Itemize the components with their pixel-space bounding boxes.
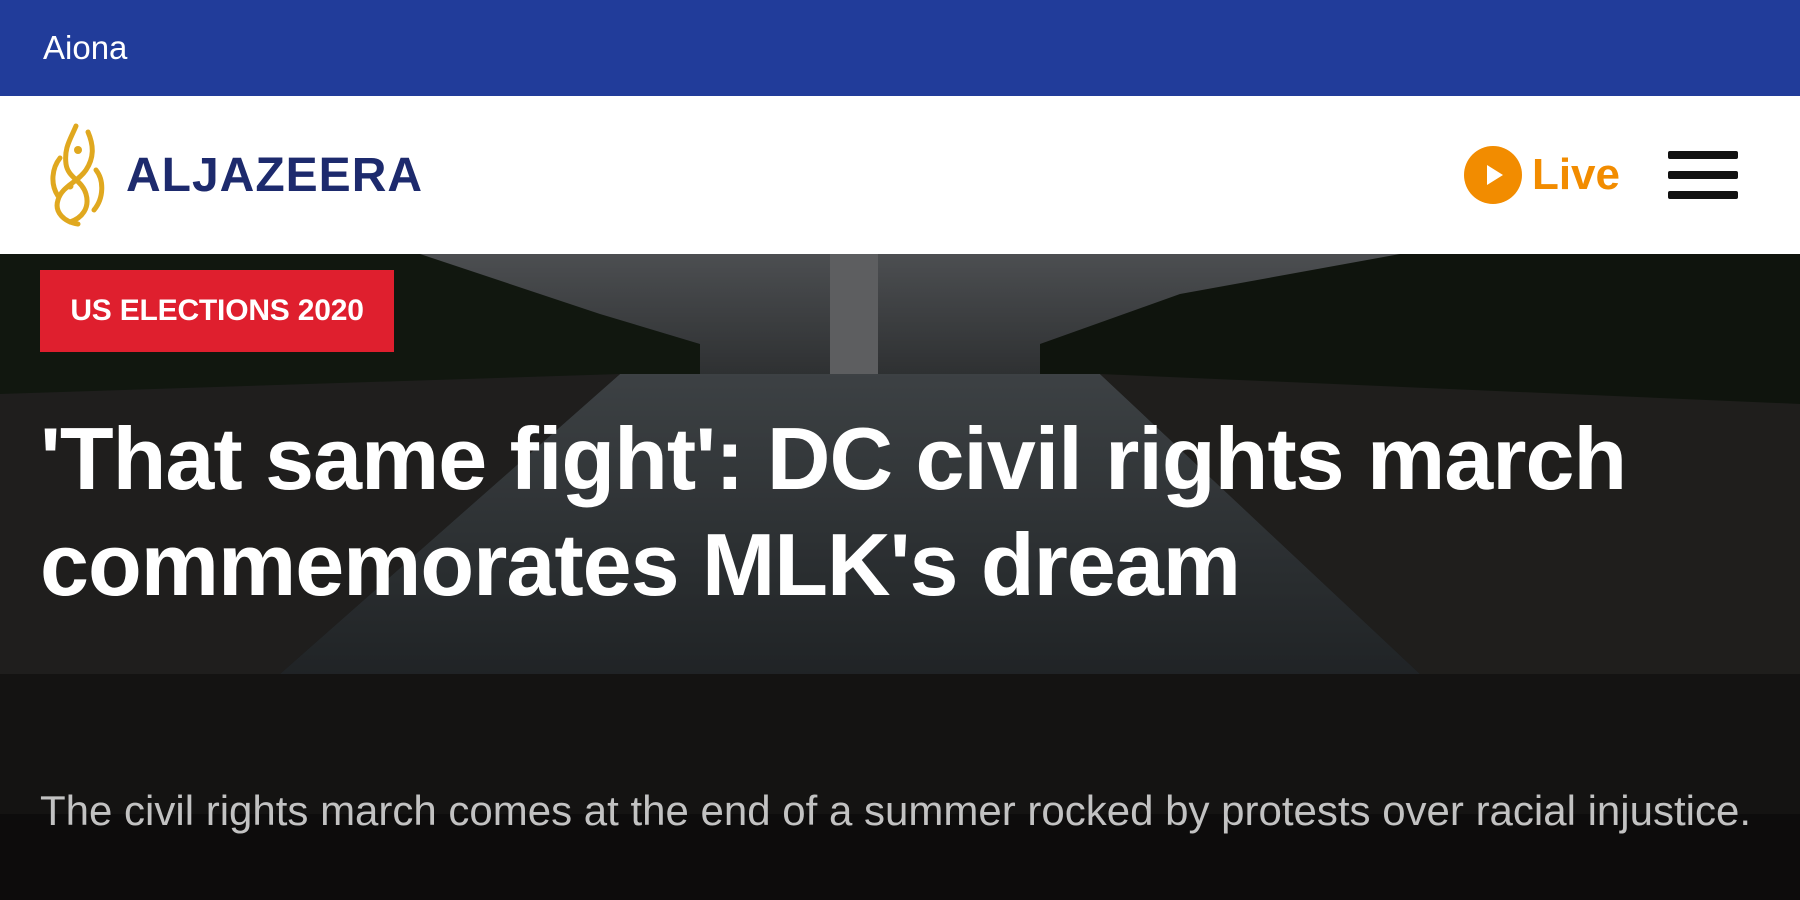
live-label: Live xyxy=(1531,150,1620,199)
article-summary: The civil rights march comes at the end … xyxy=(40,787,1752,834)
hamburger-menu-icon[interactable] xyxy=(1668,151,1738,199)
aljazeera-logo-icon xyxy=(50,123,105,227)
live-button[interactable]: Live xyxy=(1463,146,1620,204)
site-logo[interactable]: ALJAZEERA xyxy=(40,120,423,230)
site-header: ALJAZEERA Live xyxy=(0,96,1800,254)
category-badge[interactable]: US ELECTIONS 2020 xyxy=(40,270,394,352)
top-bar-label: Aiona xyxy=(43,29,128,66)
article-headline[interactable]: 'That same fight': DC civil rights march… xyxy=(40,406,1640,618)
hero-story[interactable]: US ELECTIONS 2020 'That same fight': DC … xyxy=(0,254,1800,900)
play-circle-icon xyxy=(1463,146,1522,204)
logo-wordmark: ALJAZEERA xyxy=(126,148,424,202)
header-actions: Live xyxy=(1463,146,1738,204)
top-bar: Aiona xyxy=(0,0,1800,96)
